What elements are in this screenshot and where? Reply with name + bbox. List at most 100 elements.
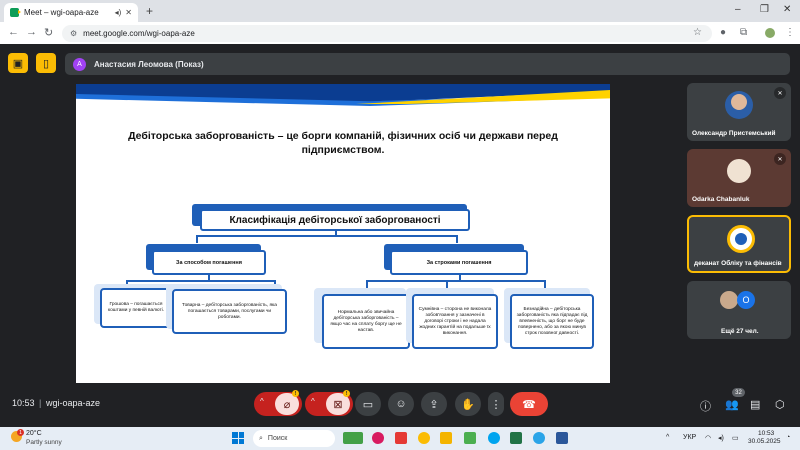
weather-description[interactable]: Partly sunny [26,439,62,446]
leaf-hopeless: Безнадійна – дебіторська заборгованість … [510,294,594,349]
language-indicator[interactable]: УКР [683,434,696,441]
site-info-icon[interactable]: ⚙ [70,29,77,38]
activities-icon[interactable]: ⬡ [775,398,785,411]
emoji-button[interactable]: ☺ [388,392,414,416]
connector [196,235,198,243]
leaf-commodity: Товарна – дебіторська заборгованість, як… [172,289,287,334]
stop-presenting-icon[interactable]: ▣ [8,53,28,73]
meeting-code: wgi-oapa-aze [46,398,101,408]
new-tab-button[interactable]: + [146,4,153,18]
leaf-normal: Нормальна або звичайна дебіторська забор… [322,294,410,349]
tab-audio-icon[interactable]: ◂) [115,8,122,17]
browser-tabstrip: Meet – wgi-oapa-aze ◂) ✕ + – ❐ ✕ [0,0,800,22]
menu-dots-icon[interactable]: ⋮ [785,27,795,38]
extensions-icon[interactable]: ⧉ [740,27,747,38]
participant-photo [720,291,738,309]
telegram-app-icon[interactable] [533,432,545,444]
slide-title: Дебіторська заборгованість – це борги ко… [128,130,558,156]
branch-by-repayment-method: За способом погашення [152,250,266,275]
weather-temperature[interactable]: 20°C [26,430,42,437]
battery-icon[interactable]: ▭ [732,434,739,442]
warning-icon: ! [292,390,299,397]
browser-toolbar: ← → ↻ ⚙ meet.google.com/wgi-oapa-aze ☆ ●… [0,22,800,44]
word-app-icon[interactable] [556,432,568,444]
reload-icon[interactable]: ↻ [44,26,53,39]
url-text: meet.google.com/wgi-oapa-aze [83,29,195,38]
leave-call-button[interactable]: ☎ [510,392,548,416]
skype-app-icon[interactable] [488,432,500,444]
taskbar-time[interactable]: 10:53 [758,430,774,437]
participant-name: Odarka Chabanluk [692,196,750,203]
chat-icon[interactable]: ▤ [750,398,760,411]
connector [544,280,546,288]
weather-notification-badge: 1 [17,429,24,436]
tray-chevron-up-icon[interactable]: ^ [666,434,669,441]
more-participants-tile[interactable]: О Ещё 27 чел. [687,281,791,339]
record-icon[interactable]: ● [720,27,726,38]
browser-tab-meet[interactable]: Meet – wgi-oapa-aze ◂) ✕ [4,3,138,22]
windows-taskbar: 1 20°C Partly sunny ⌕ Поиск ^ УКР ◠ ◂) ▭… [0,427,800,450]
connector [446,280,448,288]
more-options-icon[interactable]: ⋮ [488,392,504,416]
participant-tile[interactable]: ✕ Олександр Пристемський [687,83,791,141]
app-icon[interactable] [395,432,407,444]
window-maximize-button[interactable]: ❐ [760,4,769,15]
connector [126,280,276,282]
app-icon[interactable] [464,432,476,444]
widgets-app-icon[interactable] [343,432,363,444]
more-participants-label: Ещё 27 чел. [721,328,759,335]
window-minimize-button[interactable]: – [735,4,741,15]
participant-photo [727,159,751,183]
classification-box: Класифікація дебіторської заборгованості [200,209,470,231]
meet-stage: ▣ ▯ A Анастасия Леомова (Показ) Дебіторс… [0,44,800,427]
participant-name: Олександр Пристемський [692,130,776,137]
window-close-button[interactable]: ✕ [783,4,791,15]
meet-favicon-icon [10,8,21,17]
search-icon: ⌕ [259,434,263,442]
search-placeholder: Поиск [267,435,288,442]
tab-title: Meet – wgi-oapa-aze [24,8,99,17]
chrome-app-icon[interactable] [418,432,430,444]
file-explorer-icon[interactable] [440,432,452,444]
taskbar-date[interactable]: 30.05.2025 [748,438,781,445]
excel-app-icon[interactable] [510,432,522,444]
wifi-icon[interactable]: ◠ [705,434,711,442]
people-icon[interactable]: 👥 [725,398,739,411]
leaf-doubtful: Сумнівна – сторона не виконала зобов'яза… [412,294,498,349]
forward-arrow-icon[interactable]: → [26,26,37,38]
meet-controls: 10:53 | wgi-oapa-aze ^ ⌀ ! ^ ⊠ ! ▭ ☺ ⇪ ✋… [0,383,800,426]
branch-by-repayment-term: За строками погашення [390,250,528,275]
back-arrow-icon[interactable]: ← [8,26,19,38]
connector [456,235,458,243]
captions-button[interactable]: ▭ [355,392,381,416]
notifications-icon[interactable]: ◔ [786,434,790,441]
warning-icon: ! [343,390,350,397]
participant-name: деканат Обліку та фінансів [694,260,782,267]
windows-start-icon[interactable] [232,432,244,444]
bookmark-star-icon[interactable]: ☆ [693,27,702,38]
meeting-clock: 10:53 [12,398,35,408]
raise-hand-button[interactable]: ✋ [455,392,481,416]
presenter-bar: A Анастасия Леомова (Показ) [65,53,790,75]
chevron-up-icon[interactable]: ^ [311,397,315,406]
presenter-avatar: A [73,57,86,71]
muted-mic-icon: ✕ [774,87,786,99]
tab-close-icon[interactable]: ✕ [125,8,132,17]
connector [366,280,546,282]
volume-icon[interactable]: ◂) [718,434,724,442]
present-button[interactable]: ⇪ [421,392,447,416]
copilot-app-icon[interactable] [372,432,384,444]
participant-tile[interactable]: ✕ Odarka Chabanluk [687,149,791,207]
connector [366,280,368,288]
connector [196,235,456,237]
chevron-up-icon[interactable]: ^ [260,397,264,406]
faculty-logo-center [735,233,747,245]
participant-face [731,94,747,110]
participant-tile-active[interactable]: деканат Обліку та фінансів [687,215,791,273]
leaf-monetary: Грошова – погашається коштами у певній в… [100,288,172,328]
taskbar-search[interactable]: ⌕ Поиск [253,430,335,447]
info-icon[interactable]: ⓘ [700,398,711,414]
profile-avatar[interactable] [765,28,775,38]
address-bar[interactable]: ⚙ meet.google.com/wgi-oapa-aze [62,25,712,42]
layout-icon[interactable]: ▯ [36,53,56,73]
